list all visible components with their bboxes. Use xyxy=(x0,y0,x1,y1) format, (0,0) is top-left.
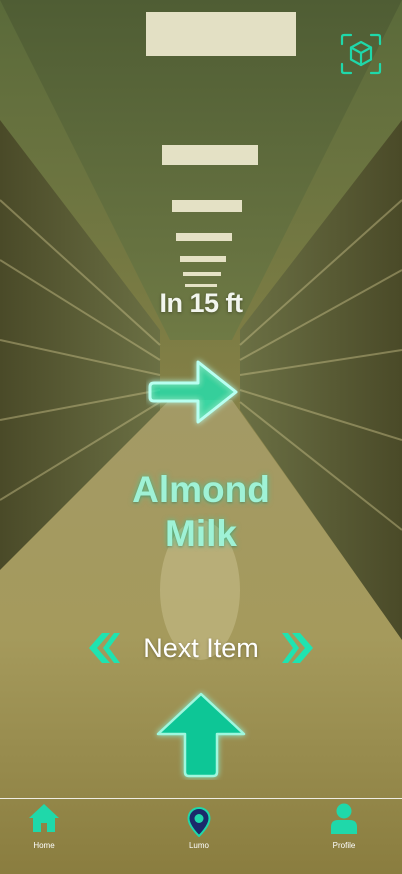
item-name-line2: Milk xyxy=(165,513,237,554)
tab-lumo[interactable]: Lumo xyxy=(159,799,239,874)
forward-arrow-icon[interactable] xyxy=(150,688,252,780)
turn-right-arrow-icon xyxy=(146,352,246,432)
bottom-tab-bar: Home Lumo Profile xyxy=(0,798,402,874)
tab-profile-label: Profile xyxy=(332,841,356,850)
next-item-control: Next Item xyxy=(0,626,402,670)
chevrons-right-icon[interactable] xyxy=(282,630,316,666)
ar-cube-icon[interactable] xyxy=(340,33,382,75)
tab-home[interactable]: Home xyxy=(4,799,84,874)
tab-lumo-label: Lumo xyxy=(188,841,209,850)
next-item-button[interactable]: Next Item xyxy=(120,631,282,665)
user-icon xyxy=(331,803,357,834)
tab-profile[interactable]: Profile xyxy=(304,799,384,874)
home-icon xyxy=(29,804,59,832)
chevrons-left-icon[interactable] xyxy=(86,630,120,666)
location-pin-icon xyxy=(187,807,211,837)
distance-text: In 15 ft xyxy=(159,288,243,318)
tab-home-label: Home xyxy=(33,841,55,850)
item-name-line1: Almond xyxy=(132,469,270,510)
ar-camera-view: In 15 ft Almond Milk Next Item Home Lumo… xyxy=(0,0,402,874)
item-name: Almond Milk xyxy=(0,468,402,556)
